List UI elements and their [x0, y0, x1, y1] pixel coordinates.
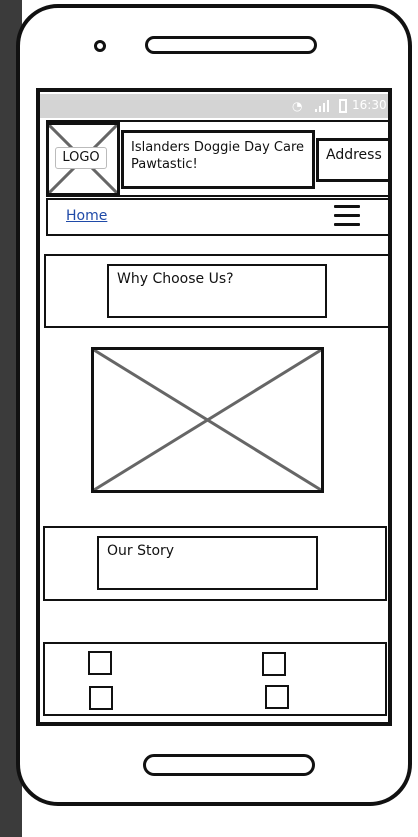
site-title: Islanders Doggie Day Care Pawtastic! — [121, 130, 315, 189]
speaker-slot — [145, 36, 317, 54]
signal-icon — [315, 100, 331, 112]
camera-icon — [94, 40, 106, 52]
status-time: 16:30 — [352, 98, 387, 112]
checkbox-top-right[interactable] — [262, 652, 286, 676]
battery-icon — [339, 99, 347, 113]
nav-home-link[interactable]: Home — [66, 208, 107, 224]
checkbox-bottom-right[interactable] — [265, 685, 289, 709]
wifi-icon: ◔ — [292, 99, 303, 113]
why-choose-us-heading: Why Choose Us? — [107, 264, 327, 318]
image-cross-icon — [94, 350, 321, 490]
our-story-heading: Our Story — [97, 536, 318, 590]
site-title-line2: Pawtastic! — [131, 157, 198, 172]
image-placeholder — [91, 347, 324, 493]
logo-placeholder[interactable]: LOGO — [46, 122, 120, 196]
status-bar — [40, 94, 388, 118]
checkbox-bottom-left[interactable] — [89, 686, 113, 710]
hamburger-menu-icon[interactable] — [334, 204, 362, 228]
logo-label: LOGO — [55, 147, 107, 169]
phone-home-button[interactable] — [143, 754, 315, 776]
checkbox-top-left[interactable] — [88, 651, 112, 675]
address-box: Address — [316, 138, 392, 182]
site-title-line1: Islanders Doggie Day Care — [131, 140, 305, 155]
